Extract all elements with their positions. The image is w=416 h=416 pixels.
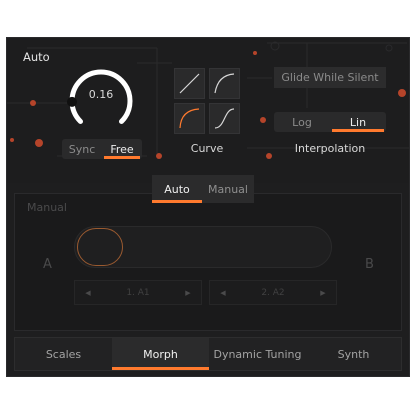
glide-time-knob[interactable] [63,63,139,139]
lin-option[interactable]: Lin [330,112,386,132]
curve-option-s-curve[interactable] [209,103,240,134]
slot-b-selector: ◀ 2. A2 ▶ [209,280,337,305]
slot-a-selector: ◀ 1. A1 ▶ [74,280,202,305]
curve-label: Curve [190,142,224,155]
slot-b-next-arrow-icon[interactable]: ▶ [316,281,330,304]
ease-in-curve-icon [214,73,235,94]
slot-a-next-arrow-icon[interactable]: ▶ [181,281,195,304]
tab-manual[interactable]: Manual [202,175,254,203]
manual-title: Manual [27,201,67,214]
sync-free-toggle: Sync Free [62,139,142,159]
curve-option-linear[interactable] [174,68,205,99]
curve-option-ease-in[interactable] [209,68,240,99]
a-label: A [43,257,52,272]
glide-while-silent-button[interactable]: Glide While Silent [274,67,386,88]
glide-time-value: 0.16 [88,88,114,101]
manual-section: Manual A B ◀ 1. A1 ▶ ◀ 2. A2 ▶ [14,193,402,331]
morph-panel: Auto 0.16 Sync Free Curve Glide While Si… [6,37,410,377]
log-option[interactable]: Log [274,112,330,132]
sync-option[interactable]: Sync [62,139,102,159]
free-option[interactable]: Free [102,139,142,159]
b-label: B [365,257,374,272]
morph-slider-thumb[interactable] [77,228,123,266]
curve-selector [174,68,240,134]
bottom-tab-bar: Scales Morph Dynamic Tuning Synth [14,337,402,371]
tab-morph[interactable]: Morph [112,338,209,370]
linear-curve-icon [179,73,200,94]
morph-slider[interactable] [74,226,332,268]
panel-title: Auto [23,50,50,64]
tab-scales[interactable]: Scales [15,338,112,370]
ease-out-curve-icon [179,108,200,129]
curve-option-ease-out[interactable] [174,103,205,134]
tab-synth[interactable]: Synth [306,338,401,370]
s-curve-icon [214,108,235,129]
morph-mode-tabs: Auto Manual [152,175,254,203]
tab-dynamic-tuning[interactable]: Dynamic Tuning [209,338,306,370]
tab-auto[interactable]: Auto [152,175,202,203]
interpolation-label: Interpolation [294,142,366,155]
interpolation-toggle: Log Lin [274,112,386,132]
auto-settings-section: Auto 0.16 Sync Free Curve Glide While Si… [7,38,409,183]
